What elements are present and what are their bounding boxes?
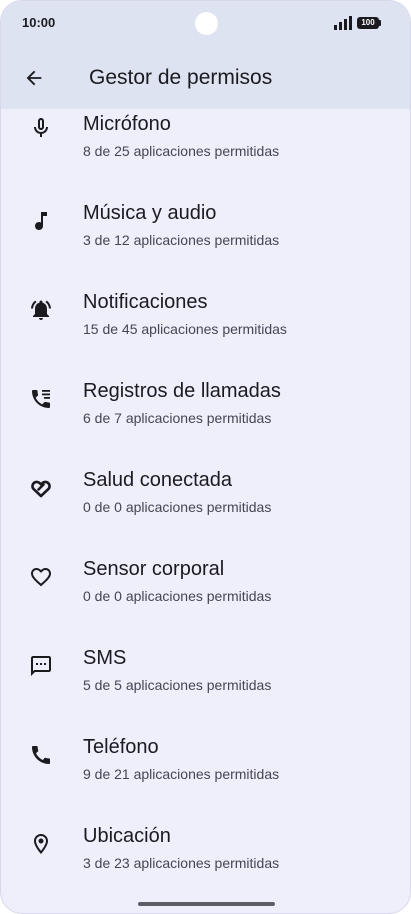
location-pin-icon <box>27 830 55 858</box>
phone-icon <box>27 741 55 769</box>
item-title: SMS <box>83 647 127 669</box>
item-subtitle: 9 de 21 aplicaciones permitidas <box>83 766 280 782</box>
list-item-ubicacion[interactable]: Ubicación 3 de 23 aplicaciones permitida… <box>1 814 410 903</box>
item-title: Micrófono <box>83 113 171 135</box>
list-item-notificaciones[interactable]: Notificaciones 15 de 45 aplicaciones per… <box>1 280 410 369</box>
list-item-sensor-corporal[interactable]: Sensor corporal 0 de 0 aplicaciones perm… <box>1 547 410 636</box>
page-title: Gestor de permisos <box>89 66 273 89</box>
sms-icon <box>27 652 55 680</box>
item-title: Sensor corporal <box>83 558 225 580</box>
list-item-microfono[interactable]: Micrófono 8 de 25 aplicaciones permitida… <box>1 109 410 191</box>
item-title: Teléfono <box>83 736 159 758</box>
list-item-registros-llamadas[interactable]: Registros de llamadas 6 de 7 aplicacione… <box>1 369 410 458</box>
health-connect-icon <box>27 474 55 502</box>
item-subtitle: 8 de 25 aplicaciones permitidas <box>83 143 280 159</box>
signal-icon <box>334 16 352 30</box>
camera-cutout <box>195 12 218 35</box>
item-subtitle: 3 de 23 aplicaciones permitidas <box>83 855 280 871</box>
call-log-icon <box>27 385 55 413</box>
item-subtitle: 0 de 0 aplicaciones permitidas <box>83 588 272 604</box>
item-subtitle: 0 de 0 aplicaciones permitidas <box>83 499 272 515</box>
item-title: Ubicación <box>83 825 171 847</box>
item-title: Salud conectada <box>83 469 233 491</box>
battery-tip <box>379 20 381 26</box>
status-bar: 10:00 100 <box>1 1 410 47</box>
back-button[interactable] <box>15 59 53 97</box>
item-subtitle: 5 de 5 aplicaciones permitidas <box>83 677 272 693</box>
list-item-sms[interactable]: SMS 5 de 5 aplicaciones permitidas <box>1 636 410 725</box>
microphone-icon <box>27 114 55 142</box>
item-subtitle: 3 de 12 aplicaciones permitidas <box>83 232 280 248</box>
item-subtitle: 15 de 45 aplicaciones permitidas <box>83 321 287 337</box>
gesture-nav-handle[interactable] <box>138 902 275 906</box>
permission-list: Micrófono 8 de 25 aplicaciones permitida… <box>1 109 410 913</box>
battery-icon: 100 <box>357 16 383 30</box>
notification-bell-icon <box>27 296 55 324</box>
battery-level: 100 <box>357 17 379 29</box>
list-item-telefono[interactable]: Teléfono 9 de 21 aplicaciones permitidas <box>1 725 410 814</box>
item-title: Registros de llamadas <box>83 380 281 402</box>
item-subtitle: 6 de 7 aplicaciones permitidas <box>83 410 272 426</box>
item-title: Notificaciones <box>83 291 208 313</box>
arrow-back-icon <box>26 70 42 86</box>
item-title: Música y audio <box>83 202 217 224</box>
music-note-icon <box>27 207 55 235</box>
list-item-salud-conectada[interactable]: Salud conectada 0 de 0 aplicaciones perm… <box>1 458 410 547</box>
status-time: 10:00 <box>22 15 56 30</box>
top-app-bar: Gestor de permisos <box>1 47 410 109</box>
phone-screen: 10:00 100 Gestor de permisos Micrófono 8… <box>0 0 411 914</box>
heart-outline-icon <box>27 563 55 591</box>
list-item-musica-audio[interactable]: Música y audio 3 de 12 aplicaciones perm… <box>1 191 410 280</box>
